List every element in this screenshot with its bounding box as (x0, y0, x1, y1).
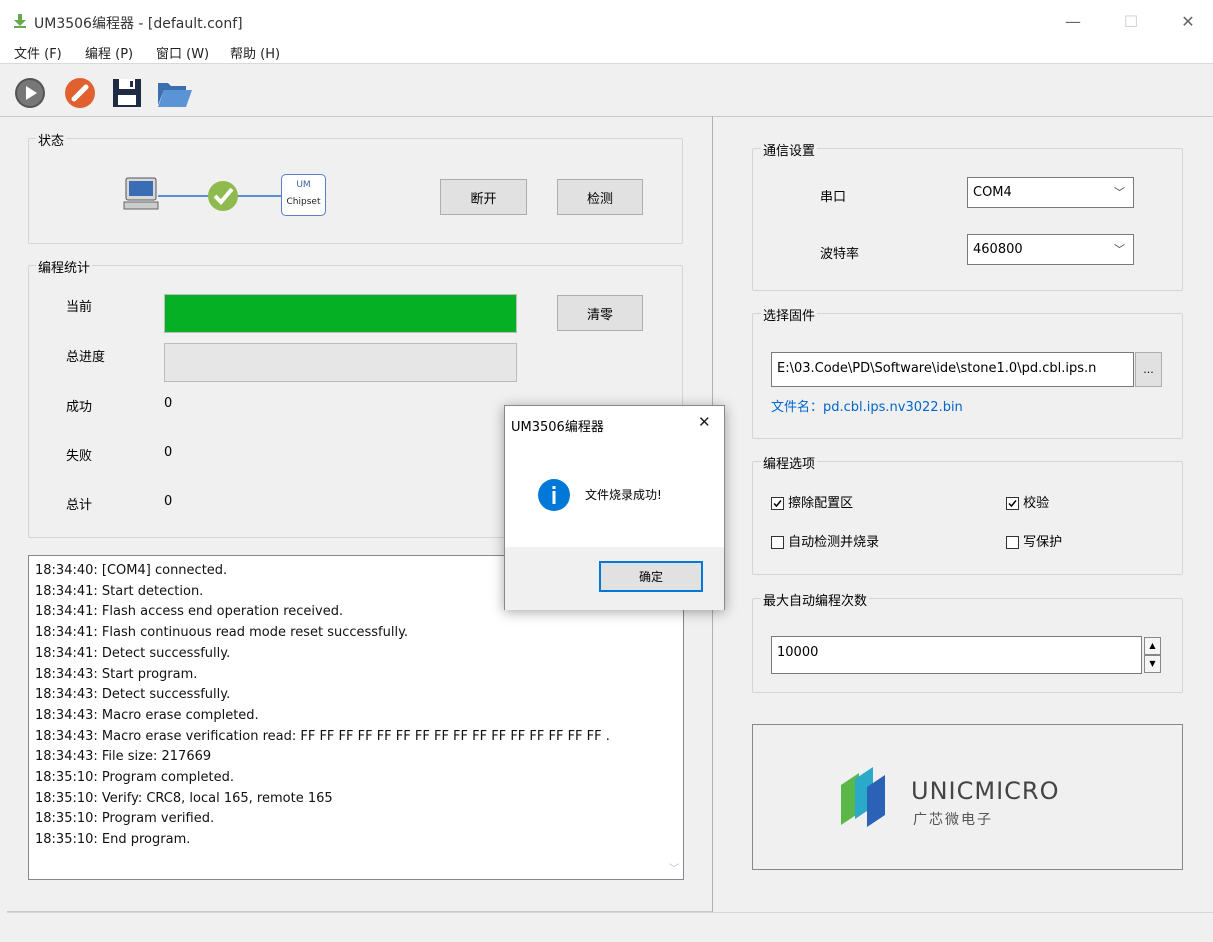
menu-bar: 文件 (F) 编程 (P) 窗口 (W) 帮助 (H) (0, 40, 1213, 64)
erase-config-checkbox[interactable] (771, 497, 784, 510)
maximize-button[interactable]: ☐ (1108, 8, 1154, 36)
max-count-group-label: 最大自动编程次数 (761, 590, 870, 609)
log-line: 18:34:43: Macro erase completed. (35, 707, 259, 723)
current-label: 当前 (66, 300, 93, 315)
fail-value: 0 (164, 445, 173, 460)
scroll-down-icon[interactable]: ﹀ (669, 860, 679, 875)
menu-program[interactable]: 编程 (P) (85, 43, 133, 62)
logo-subtitle: 广芯微电子 (913, 812, 993, 828)
minimize-button[interactable]: — (1050, 8, 1096, 36)
comm-group (752, 148, 1183, 291)
status-group-label: 状态 (36, 130, 67, 149)
app-download-icon (14, 14, 26, 28)
firmware-path-input[interactable]: E:\03.Code\PD\Software\ide\stone1.0\pd.c… (771, 352, 1134, 387)
auto-detect-option[interactable]: 自动检测并烧录 (771, 531, 879, 550)
logo-panel: UNICMICRO 广芯微电子 (752, 724, 1183, 870)
comm-group-label: 通信设置 (761, 140, 818, 159)
auto-detect-label: 自动检测并烧录 (788, 535, 880, 550)
log-line: 18:34:43: Detect successfully. (35, 687, 231, 703)
total-value: 0 (164, 494, 173, 509)
menu-window[interactable]: 窗口 (W) (156, 43, 209, 62)
total-progress-bar (164, 343, 517, 382)
info-icon (537, 478, 571, 512)
max-count-input[interactable]: 10000 (771, 636, 1142, 674)
verify-label: 校验 (1023, 496, 1050, 511)
verify-checkbox[interactable] (1006, 497, 1019, 510)
max-count-value: 10000 (777, 645, 819, 660)
write-protect-option[interactable]: 写保护 (1006, 531, 1062, 550)
log-line: 18:34:41: Detect successfully. (35, 645, 231, 661)
verify-option[interactable]: 校验 (1006, 492, 1049, 511)
firmware-filename: 文件名：pd.cbl.ips.nv3022.bin (771, 400, 963, 415)
baud-select-value: 460800 (973, 242, 1023, 257)
log-line: 18:34:41: Flash continuous read mode res… (35, 625, 409, 641)
auto-detect-checkbox[interactable] (771, 536, 784, 549)
stats-group-label: 编程统计 (36, 257, 93, 276)
port-select[interactable]: COM4 ﹀ (967, 177, 1134, 208)
dialog-title: UM3506编程器 (511, 420, 604, 435)
log-line: 18:34:43: Macro erase verification read:… (35, 728, 610, 744)
open-folder-icon[interactable] (156, 77, 192, 111)
unicmicro-logo-icon (837, 765, 893, 829)
logo-name: UNICMICRO (911, 777, 1060, 805)
chip-top-text: UM (296, 180, 311, 190)
success-value: 0 (164, 396, 173, 411)
fail-label: 失败 (66, 449, 93, 464)
close-button[interactable]: ✕ (1165, 8, 1211, 36)
chipset-icon: UM Chipset (281, 174, 326, 216)
port-select-value: COM4 (973, 185, 1012, 200)
current-progress-bar (164, 294, 517, 333)
stop-icon[interactable] (64, 77, 98, 111)
message-dialog: UM3506编程器 ✕ 文件烧录成功! 确定 (504, 405, 725, 610)
baud-select[interactable]: 460800 ﹀ (967, 234, 1134, 265)
total-progress-label: 总进度 (66, 350, 106, 365)
log-line: 18:35:10: Verify: CRC8, local 165, remot… (35, 790, 333, 806)
chevron-down-icon: ﹀ (1114, 243, 1125, 256)
start-icon[interactable] (14, 77, 48, 111)
dialog-close-button[interactable]: ✕ (698, 413, 711, 431)
write-protect-checkbox[interactable] (1006, 536, 1019, 549)
spin-up-icon[interactable]: ▲ (1144, 637, 1161, 655)
ok-button[interactable]: 确定 (599, 561, 703, 592)
write-protect-label: 写保护 (1023, 535, 1063, 550)
firmware-path-value: E:\03.Code\PD\Software\ide\stone1.0\pd.c… (777, 361, 1097, 376)
spin-down-icon[interactable]: ▼ (1144, 655, 1161, 673)
browse-button[interactable]: ... (1135, 352, 1162, 387)
log-line: 18:35:10: Program verified. (35, 811, 215, 827)
disconnect-button[interactable]: 断开 (440, 179, 527, 215)
clear-button[interactable]: 清零 (557, 295, 643, 331)
baud-label: 波特率 (820, 247, 860, 262)
status-bar (7, 912, 1213, 942)
options-group-label: 编程选项 (761, 453, 818, 472)
success-label: 成功 (66, 400, 93, 415)
chip-bottom-text: Chipset (286, 197, 321, 207)
menu-help[interactable]: 帮助 (H) (230, 43, 280, 62)
log-line: 18:35:10: Program completed. (35, 770, 234, 786)
toolbar (0, 65, 1213, 117)
erase-config-option[interactable]: 擦除配置区 (771, 492, 853, 511)
current-progress-fill (165, 295, 516, 332)
log-line: 18:34:43: File size: 217669 (35, 749, 212, 765)
total-label: 总计 (66, 498, 93, 513)
erase-config-label: 擦除配置区 (788, 496, 854, 511)
dialog-footer: 确定 (505, 547, 724, 610)
log-line: 18:35:10: End program. (35, 832, 191, 848)
detect-button[interactable]: 检测 (557, 179, 643, 215)
firmware-group-label: 选择固件 (761, 305, 818, 324)
menu-file[interactable]: 文件 (F) (14, 43, 62, 62)
options-group (752, 461, 1183, 575)
log-line: 18:34:43: Start program. (35, 666, 198, 682)
port-label: 串口 (820, 190, 847, 205)
title-bar: UM3506编程器 - [default.conf] — ☐ ✕ (0, 0, 1213, 40)
chevron-down-icon: ﹀ (1114, 186, 1125, 199)
dialog-message: 文件烧录成功! (585, 488, 662, 502)
save-icon[interactable] (112, 77, 146, 111)
window-title: UM3506编程器 - [default.conf] (34, 16, 243, 32)
